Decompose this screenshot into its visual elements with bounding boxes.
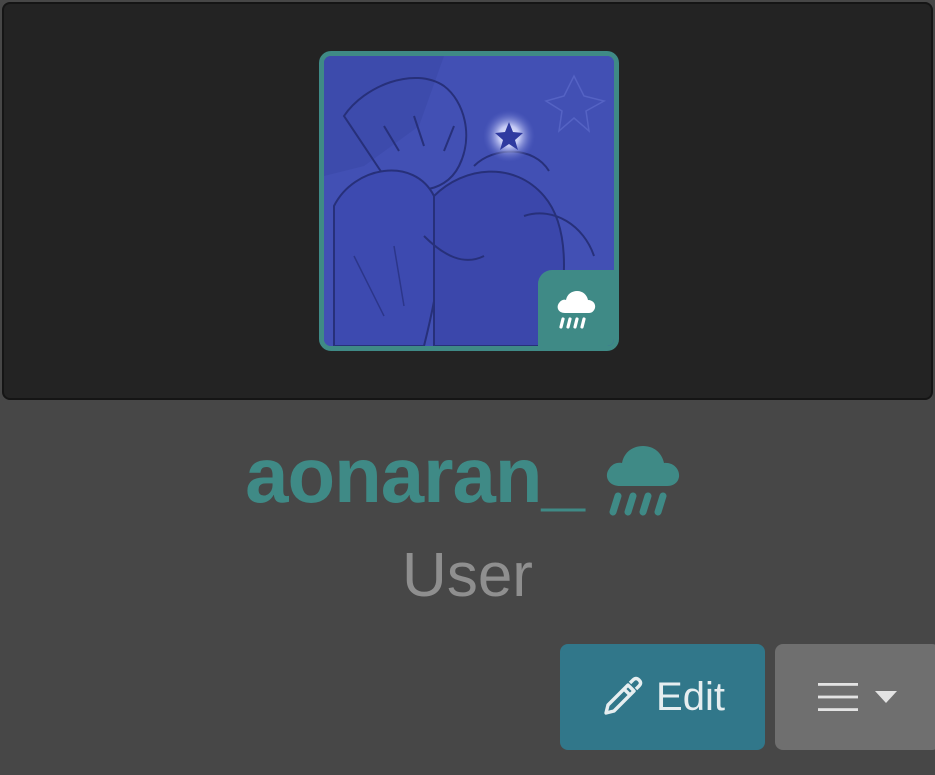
menu-dropdown-button[interactable] xyxy=(775,644,935,750)
avatar-status-badge xyxy=(538,270,614,346)
pencil-icon xyxy=(604,676,643,715)
profile-page: aonaran_ User Edit xyxy=(0,0,935,775)
user-role: User xyxy=(402,541,533,610)
edit-button-label: Edit xyxy=(656,674,725,719)
edit-button[interactable]: Edit xyxy=(560,644,765,750)
cloud-rain-icon xyxy=(557,291,596,329)
hamburger-icon xyxy=(817,683,858,711)
cloud-rain-icon xyxy=(606,446,680,516)
username: aonaran_ xyxy=(245,431,585,519)
caret-down-icon xyxy=(874,691,897,703)
avatar[interactable] xyxy=(319,51,619,351)
username-row: aonaran_ xyxy=(0,425,935,525)
